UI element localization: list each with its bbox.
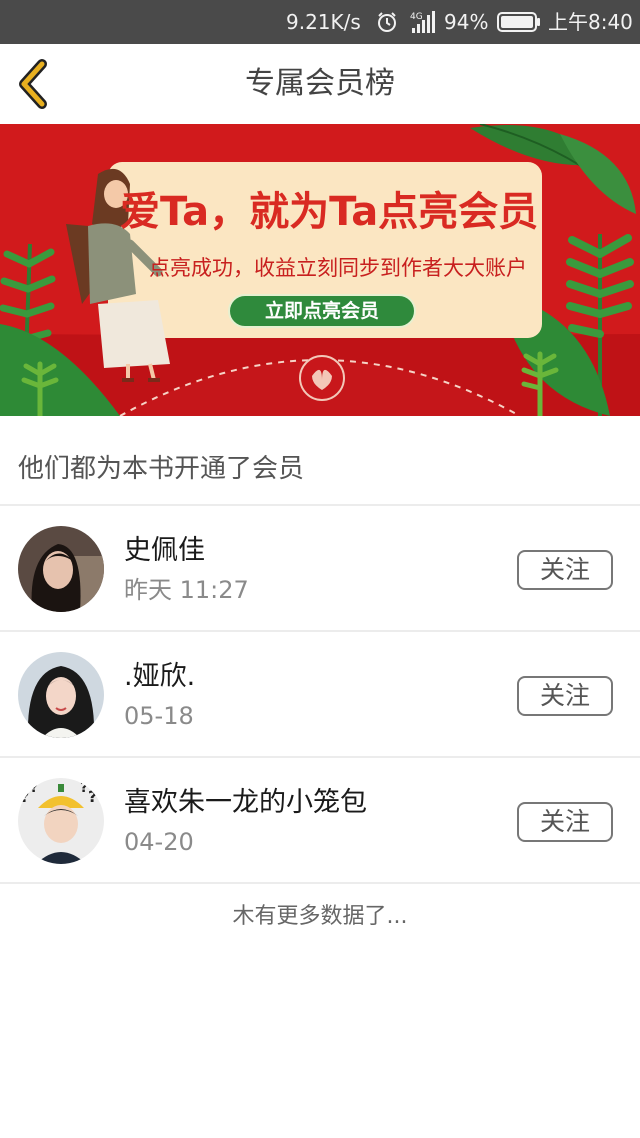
member-row[interactable]: .娅欣. 05-18 关注 — [0, 632, 640, 758]
member-row[interactable]: 史佩佳 昨天 11:27 关注 — [0, 506, 640, 632]
signal-label: 4G — [410, 12, 423, 22]
member-time: 昨天 11:27 — [124, 576, 249, 604]
svg-text:?: ? — [80, 780, 88, 796]
no-more-data-text: 木有更多数据了... — [232, 904, 408, 929]
avatar[interactable]: ? ? ? ? — [18, 778, 104, 864]
follow-button[interactable]: 关注 — [517, 676, 613, 716]
svg-text:?: ? — [30, 780, 38, 796]
section-header: 他们都为本书开通了会员 — [0, 416, 640, 506]
battery-icon — [497, 12, 541, 38]
member-time: 05-18 — [124, 702, 194, 730]
activate-membership-button[interactable]: 立即点亮会员 — [228, 294, 416, 328]
member-name: 史佩佳 — [124, 535, 205, 566]
alarm-icon — [376, 11, 398, 39]
svg-text:?: ? — [88, 787, 97, 806]
follow-button[interactable]: 关注 — [517, 550, 613, 590]
signal-icon: 4G — [410, 10, 436, 40]
banner-headline: 爱Ta，就为Ta点亮会员 — [120, 189, 539, 235]
avatar[interactable] — [18, 526, 104, 612]
banner-subtitle: 点亮成功，收益立刻同步到作者大大账户 — [149, 256, 527, 280]
network-speed: 9.21K/s — [286, 10, 361, 34]
section-title: 他们都为本书开通了会员 — [18, 454, 305, 484]
member-row[interactable]: ? ? ? ? 喜欢朱一龙的小笼包 04-20 关注 — [0, 758, 640, 884]
member-name: 喜欢朱一龙的小笼包 — [124, 787, 367, 818]
status-bar: 9.21K/s 4G 94% 上午8:40 — [0, 0, 640, 44]
page-title: 专属会员榜 — [245, 66, 395, 101]
member-name: .娅欣. — [124, 661, 196, 692]
battery-percent: 94% — [444, 10, 489, 34]
promo-banner[interactable]: 爱Ta，就为Ta点亮会员 点亮成功，收益立刻同步到作者大大账户 立即点亮会员 — [0, 124, 640, 416]
title-bar: 专属会员榜 — [0, 44, 640, 124]
avatar[interactable] — [18, 652, 104, 738]
clock: 上午8:40 — [548, 10, 633, 34]
svg-text:?: ? — [20, 787, 29, 806]
follow-button[interactable]: 关注 — [517, 802, 613, 842]
member-time: 04-20 — [124, 828, 194, 856]
